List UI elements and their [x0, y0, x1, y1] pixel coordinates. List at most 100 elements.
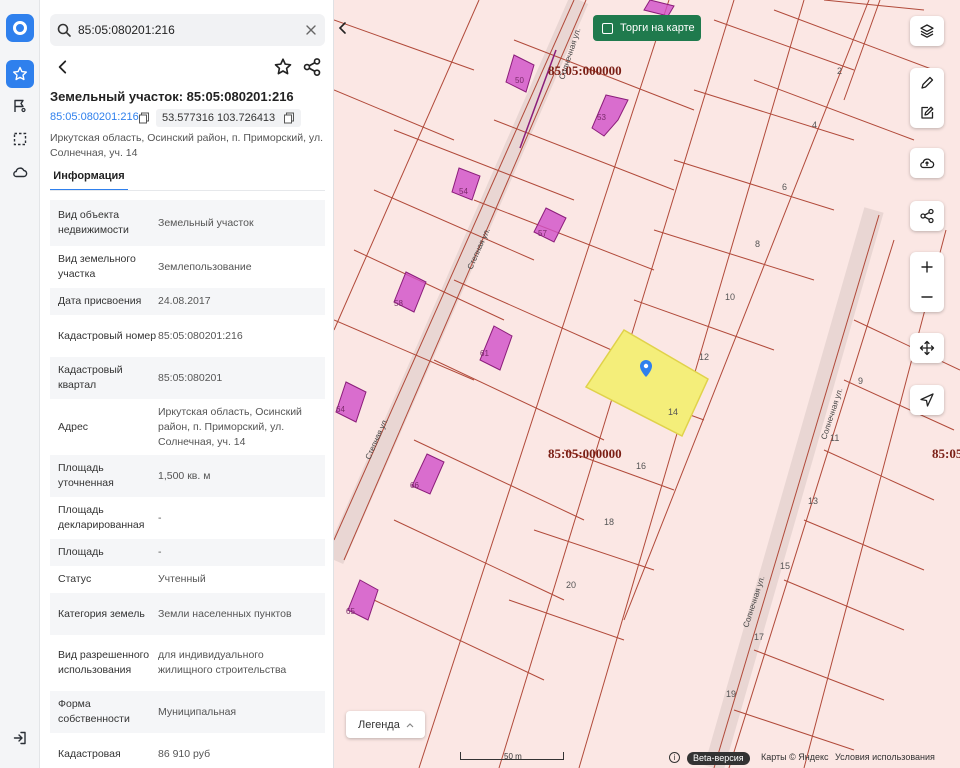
info-value: Муниципальная [158, 705, 237, 718]
lot-number: 14 [668, 407, 678, 417]
layers-icon [920, 24, 934, 38]
pan-button[interactable] [910, 333, 944, 363]
info-row: Площадь уточненная 1,500 кв. м [50, 455, 325, 497]
copy-icon[interactable] [283, 112, 295, 124]
info-row: Форма собственности Муниципальная [50, 691, 325, 733]
cadastral-number-link[interactable]: 85:05:080201:216 [50, 111, 139, 123]
minus-icon [921, 296, 933, 298]
ruler-button[interactable] [910, 68, 944, 98]
cloud-icon [13, 167, 28, 178]
info-key: Вид разрешенного использования [58, 649, 150, 676]
share-map-button[interactable] [910, 201, 944, 231]
info-key: Кадастровый номер [58, 329, 157, 342]
search-box [50, 14, 325, 46]
info-value: - [158, 546, 162, 558]
building-number: 64 [336, 405, 345, 414]
flag-rail-button[interactable] [6, 92, 34, 120]
info-value: Учтенный [158, 573, 206, 585]
favorites-rail-button[interactable] [6, 60, 34, 88]
info-row: Статус Учтенный [50, 566, 325, 593]
cloud-rail-button[interactable] [6, 158, 34, 186]
info-row: Вид объекта недвижимости Земельный участо… [50, 200, 325, 246]
lot-number: 18 [604, 517, 614, 527]
legend-button[interactable]: Легенда [346, 711, 425, 738]
dashed-square-icon [13, 132, 27, 146]
info-value: 24.08.2017 [158, 295, 211, 307]
info-row: Адрес Иркутская область, Осинский район, … [50, 399, 325, 455]
chevron-left-icon [338, 22, 346, 34]
coordinates-badge[interactable]: 53.577316 103.726413 [156, 109, 302, 127]
lot-number: 12 [699, 352, 709, 362]
draw-tools-group [910, 68, 944, 128]
lot-number: 2 [837, 66, 842, 76]
collapse-panel-button[interactable] [334, 14, 352, 42]
lot-number: 17 [754, 632, 764, 642]
search-input[interactable] [78, 20, 298, 40]
favorite-star-icon[interactable] [273, 57, 293, 77]
chevron-left-icon[interactable] [54, 58, 72, 76]
tab-information[interactable]: Информация [50, 166, 128, 191]
checkbox[interactable] [602, 22, 613, 34]
coordinates-text: 53.577316 103.726413 [162, 112, 276, 124]
copy-icon[interactable] [138, 112, 150, 124]
info-value: - [158, 511, 162, 524]
quarter-label: 85:05: [932, 446, 960, 461]
scale-label: 50 m [504, 752, 522, 761]
info-key: Адрес [58, 420, 89, 433]
cadastral-map[interactable]: 50 53 54 57 58 61 64 66 65 2 4 6 8 10 12… [334, 0, 960, 768]
edit-button[interactable] [910, 98, 944, 128]
selected-parcel[interactable] [584, 328, 709, 438]
share-icon [920, 208, 934, 224]
move-arrows-icon [919, 340, 935, 356]
layers-button[interactable] [910, 16, 944, 46]
select-area-rail-button[interactable] [6, 125, 34, 153]
map-flag-icon [14, 99, 26, 113]
info-key: Форма собственности [58, 698, 130, 725]
info-row: Категория земель Земли населенных пунктов [50, 593, 325, 635]
share-icon[interactable] [302, 57, 322, 77]
info-key: Дата присвоения [58, 295, 142, 307]
quarter-label: 85:05:000000 [548, 446, 622, 461]
info-row: Кадастровый номер 85:05:080201:216 [50, 315, 325, 357]
zoom-controls [910, 252, 944, 312]
star-icon [13, 66, 27, 81]
object-address: Иркутская область, Осинский район, п. Пр… [50, 132, 323, 159]
info-row: Площадь - [50, 539, 325, 566]
lot-number: 13 [808, 496, 818, 506]
buildings [335, 0, 675, 621]
info-row: Дата присвоения 24.08.2017 [50, 288, 325, 315]
login-rail-button[interactable] [6, 724, 34, 752]
info-value: 86 910 руб [158, 747, 211, 760]
building-number: 65 [346, 607, 355, 616]
lot-number: 19 [726, 689, 736, 699]
info-row: Кадастровый квартал 85:05:080201 [50, 357, 325, 399]
left-rail [0, 0, 40, 768]
info-row: Кадастровая 86 910 руб [50, 733, 325, 768]
info-value: Земли населенных пунктов [158, 607, 292, 620]
info-icon[interactable]: i [669, 752, 680, 763]
info-value: для индивидуального жилищного строительс… [158, 649, 287, 676]
lot-number: 8 [755, 239, 760, 249]
tab-divider [50, 190, 325, 191]
edit-icon [921, 106, 934, 119]
building-number: 50 [515, 76, 524, 85]
object-title: Земельный участок: 85:05:080201:216 [50, 89, 294, 104]
zoom-in-button[interactable] [910, 252, 944, 282]
geolocation-button[interactable] [910, 385, 944, 415]
pencil-icon [921, 76, 934, 89]
upload-button[interactable] [910, 148, 944, 178]
info-key: Площадь уточненная [58, 462, 114, 489]
navigation-arrow-icon [920, 393, 934, 407]
building-number: 54 [459, 187, 468, 196]
beta-badge: Beta-версия [687, 752, 750, 765]
building-number: 66 [410, 481, 419, 490]
chevron-up-icon [406, 722, 414, 727]
auctions-toggle[interactable]: Торги на карте [593, 15, 701, 41]
zoom-out-button[interactable] [910, 282, 944, 312]
map-canvas[interactable]: 50 53 54 57 58 61 64 66 65 2 4 6 8 10 12… [334, 0, 960, 768]
terms-link[interactable]: Условия использования [835, 752, 935, 762]
close-icon[interactable] [303, 22, 319, 38]
map-copyright[interactable]: Карты © Яндекс [761, 752, 829, 762]
app-logo[interactable] [6, 14, 34, 42]
info-key: Статус [58, 573, 92, 585]
